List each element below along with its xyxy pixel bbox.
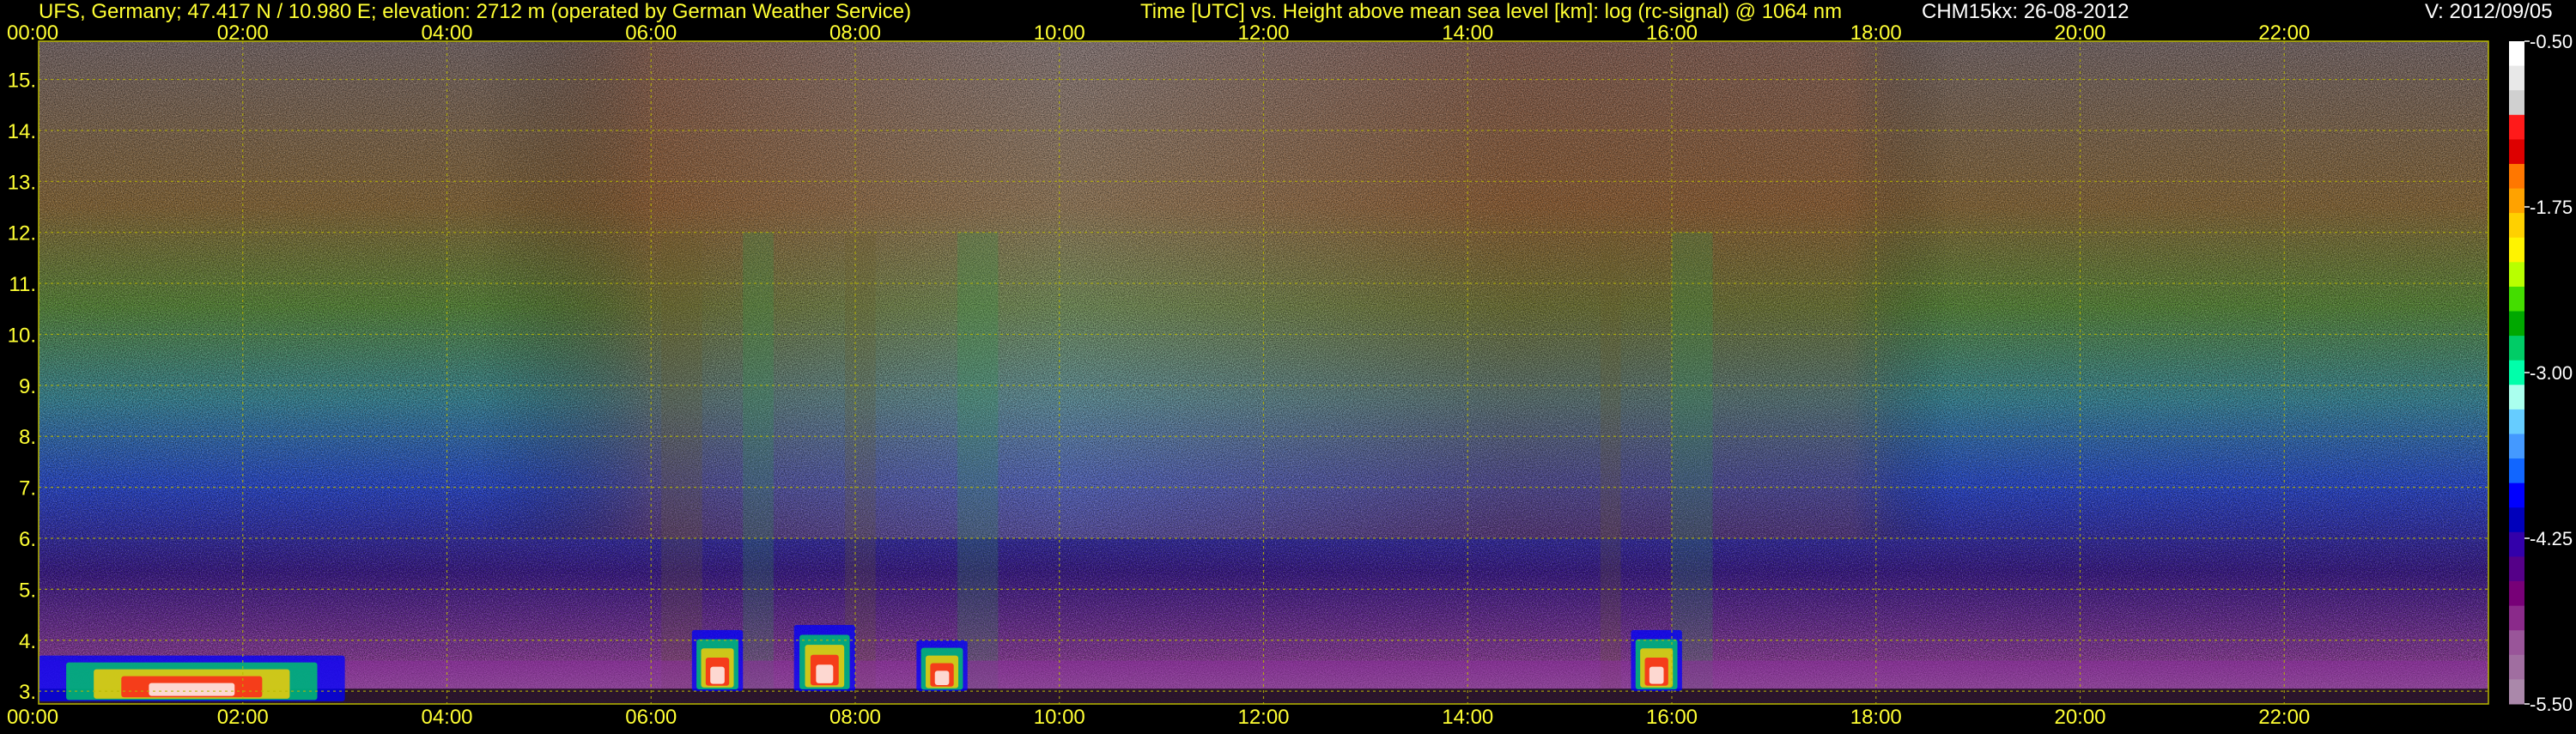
- x-tick-label-top: 14:00: [1442, 21, 1493, 45]
- x-tick-label-top: 10:00: [1034, 21, 1085, 45]
- x-tick-label-top: 16:00: [1646, 21, 1698, 45]
- x-tick-label-bottom: 22:00: [2258, 706, 2310, 729]
- x-tick-label-top: 18:00: [1850, 21, 1902, 45]
- x-tick-label-bottom: 14:00: [1442, 706, 1493, 729]
- x-tick-label-bottom: 10:00: [1034, 706, 1085, 729]
- y-tick-label: 9.: [19, 375, 36, 398]
- y-tick-label: 4.: [19, 630, 36, 653]
- y-tick-label: 12.: [8, 222, 36, 246]
- colorbar-segment: [2509, 630, 2524, 656]
- x-tick-label-top: 00:00: [7, 21, 58, 45]
- colorbar-tick-label: -4.25: [2530, 528, 2573, 549]
- plume-streak: [743, 232, 774, 692]
- colorbar-segment: [2509, 360, 2524, 385]
- colorbar-segment: [2509, 336, 2524, 361]
- colorbar-tick-label: -3.00: [2530, 362, 2573, 384]
- colorbar-segment: [2509, 65, 2524, 91]
- colorbar-segment: [2509, 482, 2524, 508]
- colorbar-segment: [2509, 114, 2524, 140]
- cloud-feature: [1631, 629, 1682, 692]
- colorbar-segment: [2509, 654, 2524, 680]
- x-tick-label-top: 06:00: [625, 21, 677, 45]
- colorbar-segment: [2509, 188, 2524, 214]
- x-tick-label-bottom: 08:00: [829, 706, 881, 729]
- colorbar-tick-label: -1.75: [2530, 197, 2573, 218]
- cloud-layer: [149, 682, 235, 696]
- colorbar-segment: [2509, 556, 2524, 582]
- x-tick-label-top: 20:00: [2054, 21, 2105, 45]
- x-tick-label-bottom: 00:00: [7, 706, 58, 729]
- x-tick-label-bottom: 12:00: [1237, 706, 1289, 729]
- colorbar-segment: [2509, 434, 2524, 459]
- colorbar-segment: [2509, 311, 2524, 337]
- y-tick-label: 15.: [8, 70, 36, 93]
- y-tick-label: 6.: [19, 528, 36, 551]
- colorbar-segment: [2509, 458, 2524, 484]
- plume-streak: [1600, 232, 1621, 692]
- colorbar-segment: [2509, 679, 2524, 705]
- colorbar-tick-label: -0.50: [2530, 31, 2573, 52]
- colorbar-segment: [2509, 605, 2524, 631]
- cloud-layer: [710, 666, 725, 684]
- cloud-layer: [934, 670, 950, 686]
- x-tick-label-bottom: 16:00: [1646, 706, 1698, 729]
- colorbar-segment: [2509, 507, 2524, 533]
- colorbar: [2509, 41, 2524, 705]
- x-tick-label-top: 04:00: [421, 21, 472, 45]
- plume-streak: [845, 232, 876, 692]
- colorbar-segment: [2509, 213, 2524, 239]
- colorbar-segment: [2509, 581, 2524, 607]
- cloud-feature: [691, 629, 744, 692]
- x-tick-label-bottom: 02:00: [217, 706, 269, 729]
- x-tick-label-top: 02:00: [217, 21, 269, 45]
- chart-svg: 00:00 00:00 02:00 02:00 04:00 04:00 06:00 06:00…: [7, 21, 2573, 729]
- colorbar-segment: [2509, 41, 2524, 67]
- x-tick-label-top: 08:00: [829, 21, 881, 45]
- colorbar-tick-label: -5.50: [2530, 694, 2573, 715]
- y-tick-label: 10.: [8, 324, 36, 347]
- y-tick-label: 7.: [19, 477, 36, 500]
- x-tick-label-bottom: 20:00: [2054, 706, 2105, 729]
- x-tick-label-top: 12:00: [1237, 21, 1289, 45]
- colorbar-segment: [2509, 286, 2524, 312]
- cloud-layer: [1649, 666, 1664, 684]
- y-tick-label: 13.: [8, 171, 36, 194]
- colorbar-segment: [2509, 385, 2524, 410]
- plume-streak: [957, 232, 999, 692]
- y-tick-label: 3.: [19, 681, 36, 704]
- y-tick-label: 5.: [19, 579, 36, 602]
- x-tick-label-bottom: 18:00: [1850, 706, 1902, 729]
- x-tick-label-top: 22:00: [2258, 21, 2310, 45]
- colorbar-segment: [2509, 262, 2524, 288]
- y-tick-label: 11.: [9, 273, 36, 296]
- cloud-feature: [793, 624, 855, 692]
- x-tick-label-bottom: 06:00: [625, 706, 677, 729]
- colorbar-segment: [2509, 139, 2524, 165]
- colorbar-segment: [2509, 90, 2524, 116]
- colorbar-segment: [2509, 163, 2524, 190]
- colorbar-segment: [2509, 531, 2524, 557]
- y-tick-label: 14.: [8, 120, 36, 143]
- plume-streak: [1672, 232, 1713, 692]
- colorbar-segment: [2509, 409, 2524, 434]
- heatmap-chart: 00:00 00:00 02:00 02:00 04:00 04:00 06:00 06:00…: [0, 0, 2576, 730]
- colorbar-segment: [2509, 237, 2524, 263]
- cloud-feature: [39, 655, 345, 702]
- cloud-feature: [916, 640, 968, 692]
- y-tick-label: 8.: [19, 426, 36, 449]
- plume-streak: [661, 232, 702, 692]
- cloud-layer: [816, 664, 834, 683]
- x-tick-label-bottom: 04:00: [421, 706, 472, 729]
